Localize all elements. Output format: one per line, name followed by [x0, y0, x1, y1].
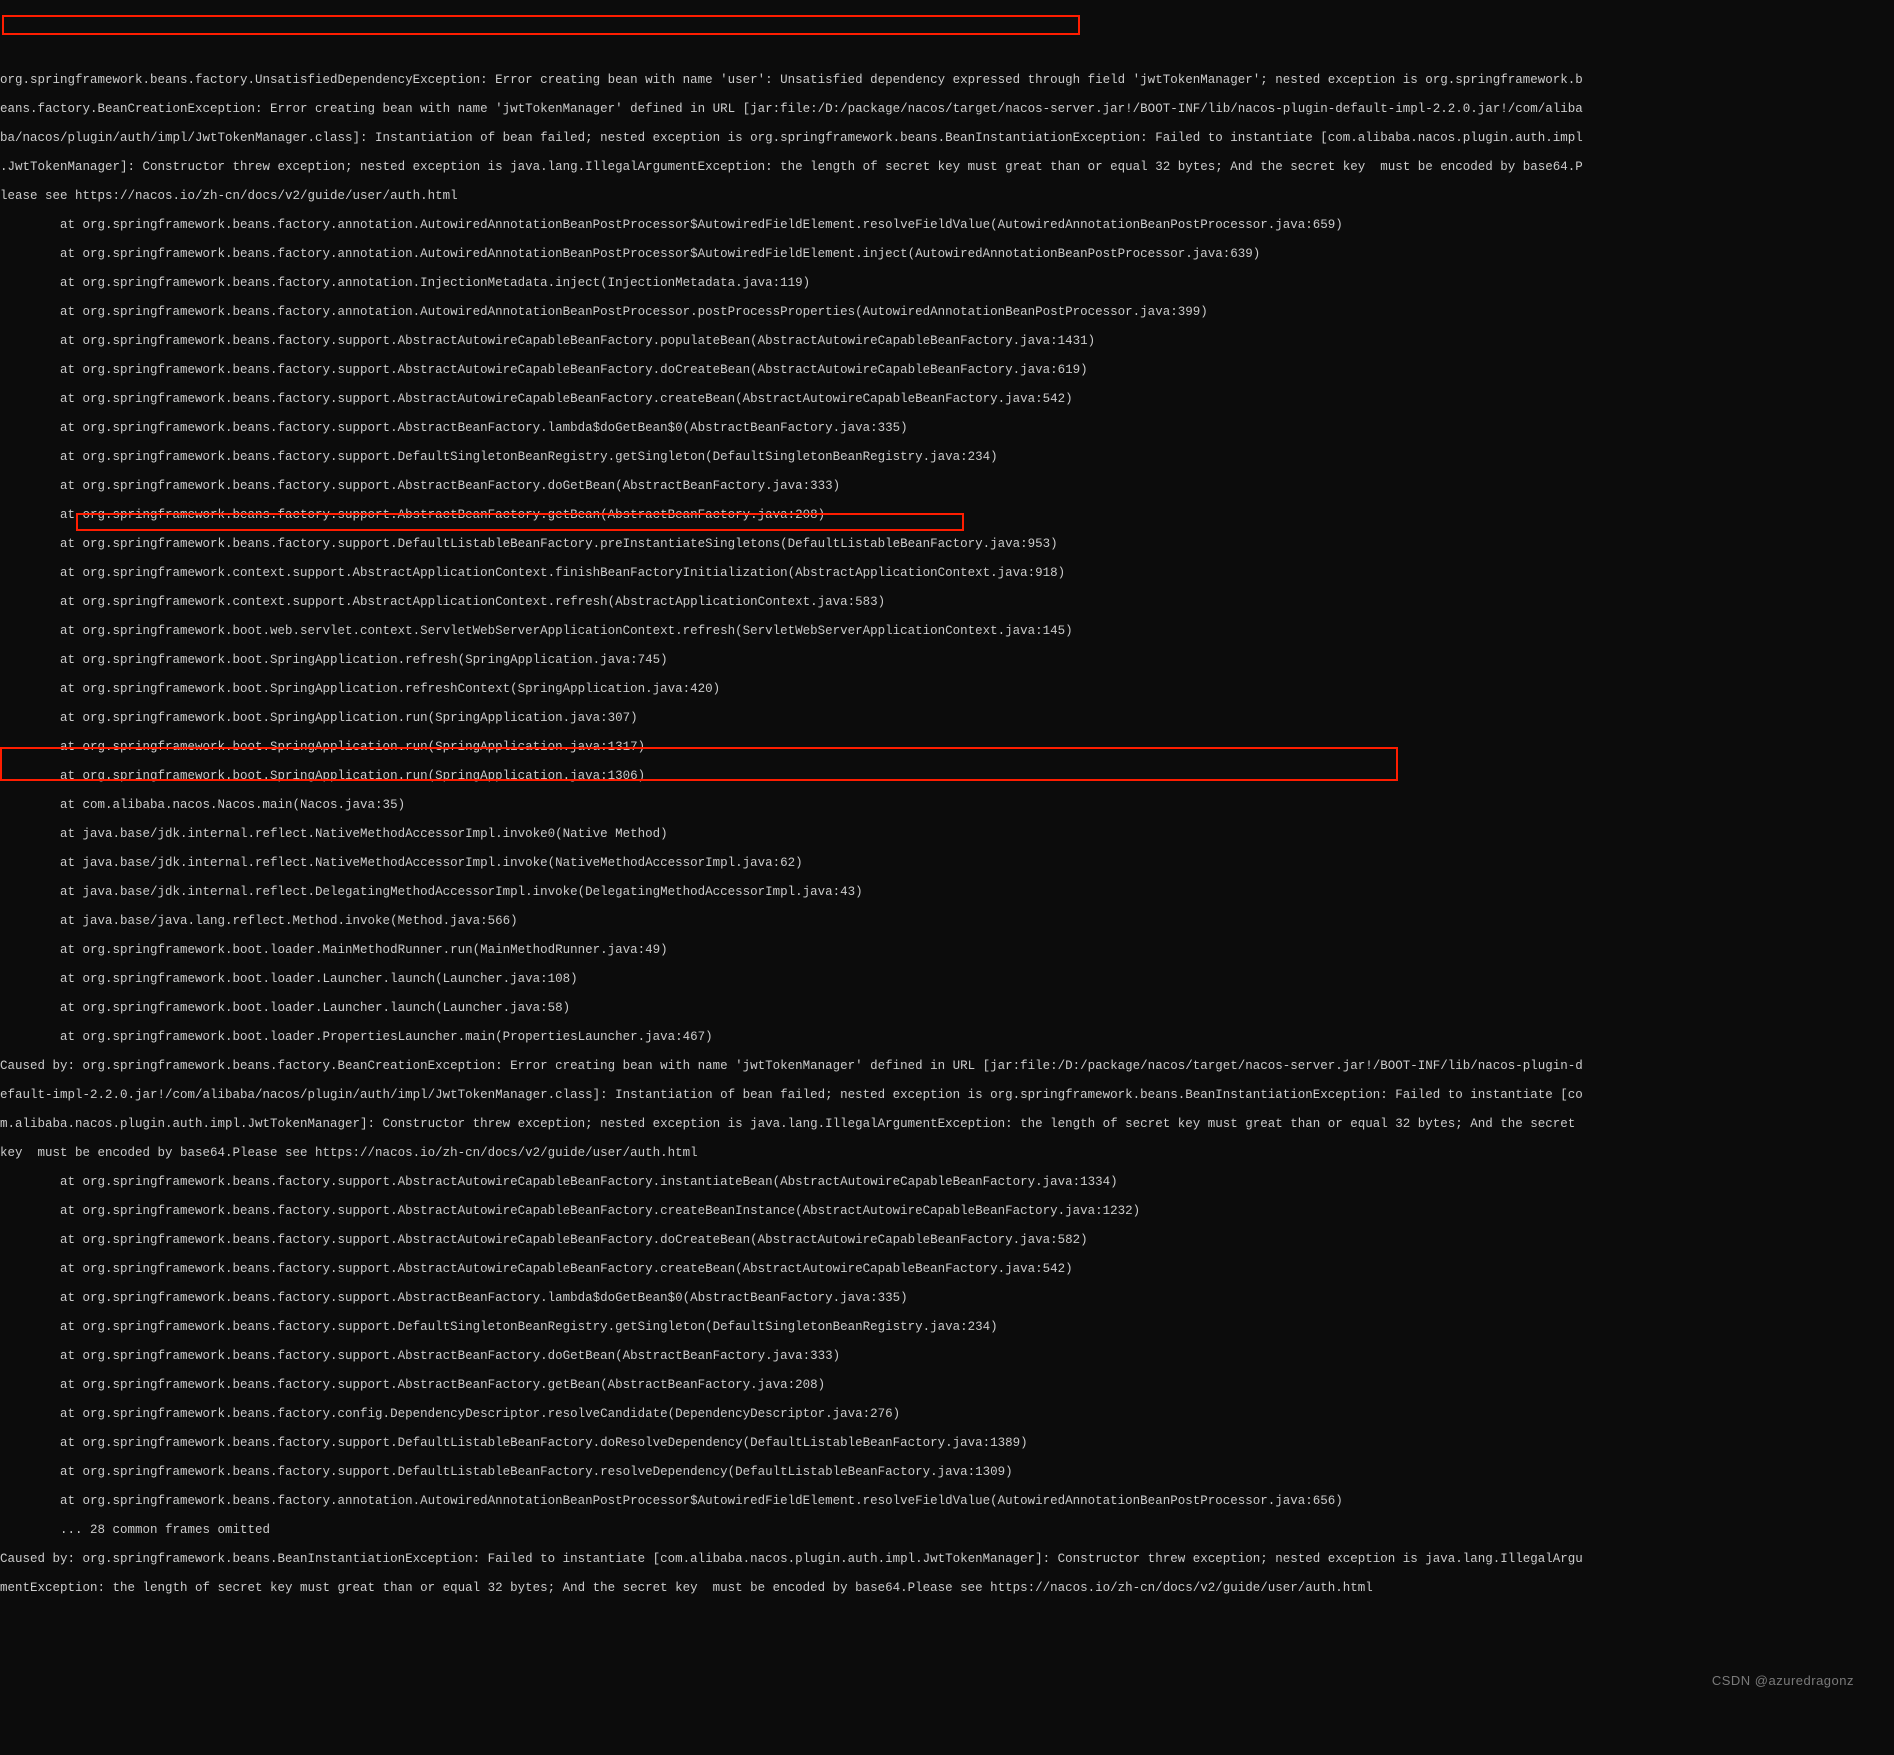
- log-line: at org.springframework.beans.factory.ann…: [0, 247, 1894, 262]
- log-line: eans.factory.BeanCreationException: Erro…: [0, 102, 1894, 117]
- watermark-text: CSDN @azuredragonz: [1712, 1674, 1854, 1689]
- log-line: at org.springframework.beans.factory.sup…: [0, 421, 1894, 436]
- log-line: at org.springframework.beans.factory.ann…: [0, 276, 1894, 291]
- log-line: at org.springframework.beans.factory.sup…: [0, 479, 1894, 494]
- log-line: at org.springframework.beans.factory.sup…: [0, 1349, 1894, 1364]
- log-line: at org.springframework.beans.factory.sup…: [0, 508, 1894, 523]
- log-line: at org.springframework.boot.loader.Launc…: [0, 1001, 1894, 1016]
- log-line: at org.springframework.beans.factory.sup…: [0, 1204, 1894, 1219]
- log-line: at java.base/jdk.internal.reflect.Delega…: [0, 885, 1894, 900]
- log-line: at org.springframework.beans.factory.sup…: [0, 450, 1894, 465]
- log-line: at org.springframework.beans.factory.sup…: [0, 334, 1894, 349]
- log-line: at org.springframework.beans.factory.sup…: [0, 537, 1894, 552]
- log-line: at org.springframework.boot.web.servlet.…: [0, 624, 1894, 639]
- log-line: at org.springframework.beans.factory.sup…: [0, 1175, 1894, 1190]
- log-line: at org.springframework.beans.factory.sup…: [0, 1233, 1894, 1248]
- log-line: mentException: the length of secret key …: [0, 1581, 1894, 1596]
- log-line: at org.springframework.beans.factory.sup…: [0, 1436, 1894, 1451]
- log-line: at org.springframework.boot.loader.MainM…: [0, 943, 1894, 958]
- highlight-box-annotation: [2, 15, 1080, 35]
- log-line: lease see https://nacos.io/zh-cn/docs/v2…: [0, 189, 1894, 204]
- log-line: at org.springframework.beans.factory.sup…: [0, 392, 1894, 407]
- log-line: ba/nacos/plugin/auth/impl/JwtTokenManage…: [0, 131, 1894, 146]
- log-line: at org.springframework.boot.SpringApplic…: [0, 769, 1894, 784]
- log-line: at org.springframework.beans.factory.sup…: [0, 1291, 1894, 1306]
- log-line: at org.springframework.beans.factory.sup…: [0, 1320, 1894, 1335]
- log-line: org.springframework.beans.factory.Unsati…: [0, 73, 1894, 88]
- log-line: at java.base/jdk.internal.reflect.Native…: [0, 827, 1894, 842]
- stack-trace-output: org.springframework.beans.factory.Unsati…: [0, 73, 1894, 1596]
- log-line: at org.springframework.beans.factory.sup…: [0, 1378, 1894, 1393]
- log-line: at org.springframework.boot.loader.Launc…: [0, 972, 1894, 987]
- log-line: at org.springframework.beans.factory.sup…: [0, 1465, 1894, 1480]
- log-line: .JwtTokenManager]: Constructor threw exc…: [0, 160, 1894, 175]
- log-line: at org.springframework.beans.factory.con…: [0, 1407, 1894, 1422]
- log-line: at com.alibaba.nacos.Nacos.main(Nacos.ja…: [0, 798, 1894, 813]
- log-line: at org.springframework.context.support.A…: [0, 566, 1894, 581]
- log-line: at org.springframework.boot.SpringApplic…: [0, 740, 1894, 755]
- log-line: at org.springframework.boot.SpringApplic…: [0, 682, 1894, 697]
- log-line: at org.springframework.boot.loader.Prope…: [0, 1030, 1894, 1045]
- log-line: Caused by: org.springframework.beans.fac…: [0, 1059, 1894, 1074]
- log-line: at org.springframework.beans.factory.sup…: [0, 1262, 1894, 1277]
- log-line: at org.springframework.boot.SpringApplic…: [0, 653, 1894, 668]
- log-line: at org.springframework.boot.SpringApplic…: [0, 711, 1894, 726]
- log-line: at java.base/java.lang.reflect.Method.in…: [0, 914, 1894, 929]
- log-line: m.alibaba.nacos.plugin.auth.impl.JwtToke…: [0, 1117, 1894, 1132]
- log-line: efault-impl-2.2.0.jar!/com/alibaba/nacos…: [0, 1088, 1894, 1103]
- log-line: at org.springframework.beans.factory.ann…: [0, 305, 1894, 320]
- log-line: at org.springframework.beans.factory.ann…: [0, 1494, 1894, 1509]
- log-line: ... 28 common frames omitted: [0, 1523, 1894, 1538]
- log-line: at org.springframework.beans.factory.ann…: [0, 218, 1894, 233]
- log-line: at java.base/jdk.internal.reflect.Native…: [0, 856, 1894, 871]
- log-line: key must be encoded by base64.Please see…: [0, 1146, 1894, 1161]
- log-line: at org.springframework.beans.factory.sup…: [0, 363, 1894, 378]
- log-line: Caused by: org.springframework.beans.Bea…: [0, 1552, 1894, 1567]
- log-line: at org.springframework.context.support.A…: [0, 595, 1894, 610]
